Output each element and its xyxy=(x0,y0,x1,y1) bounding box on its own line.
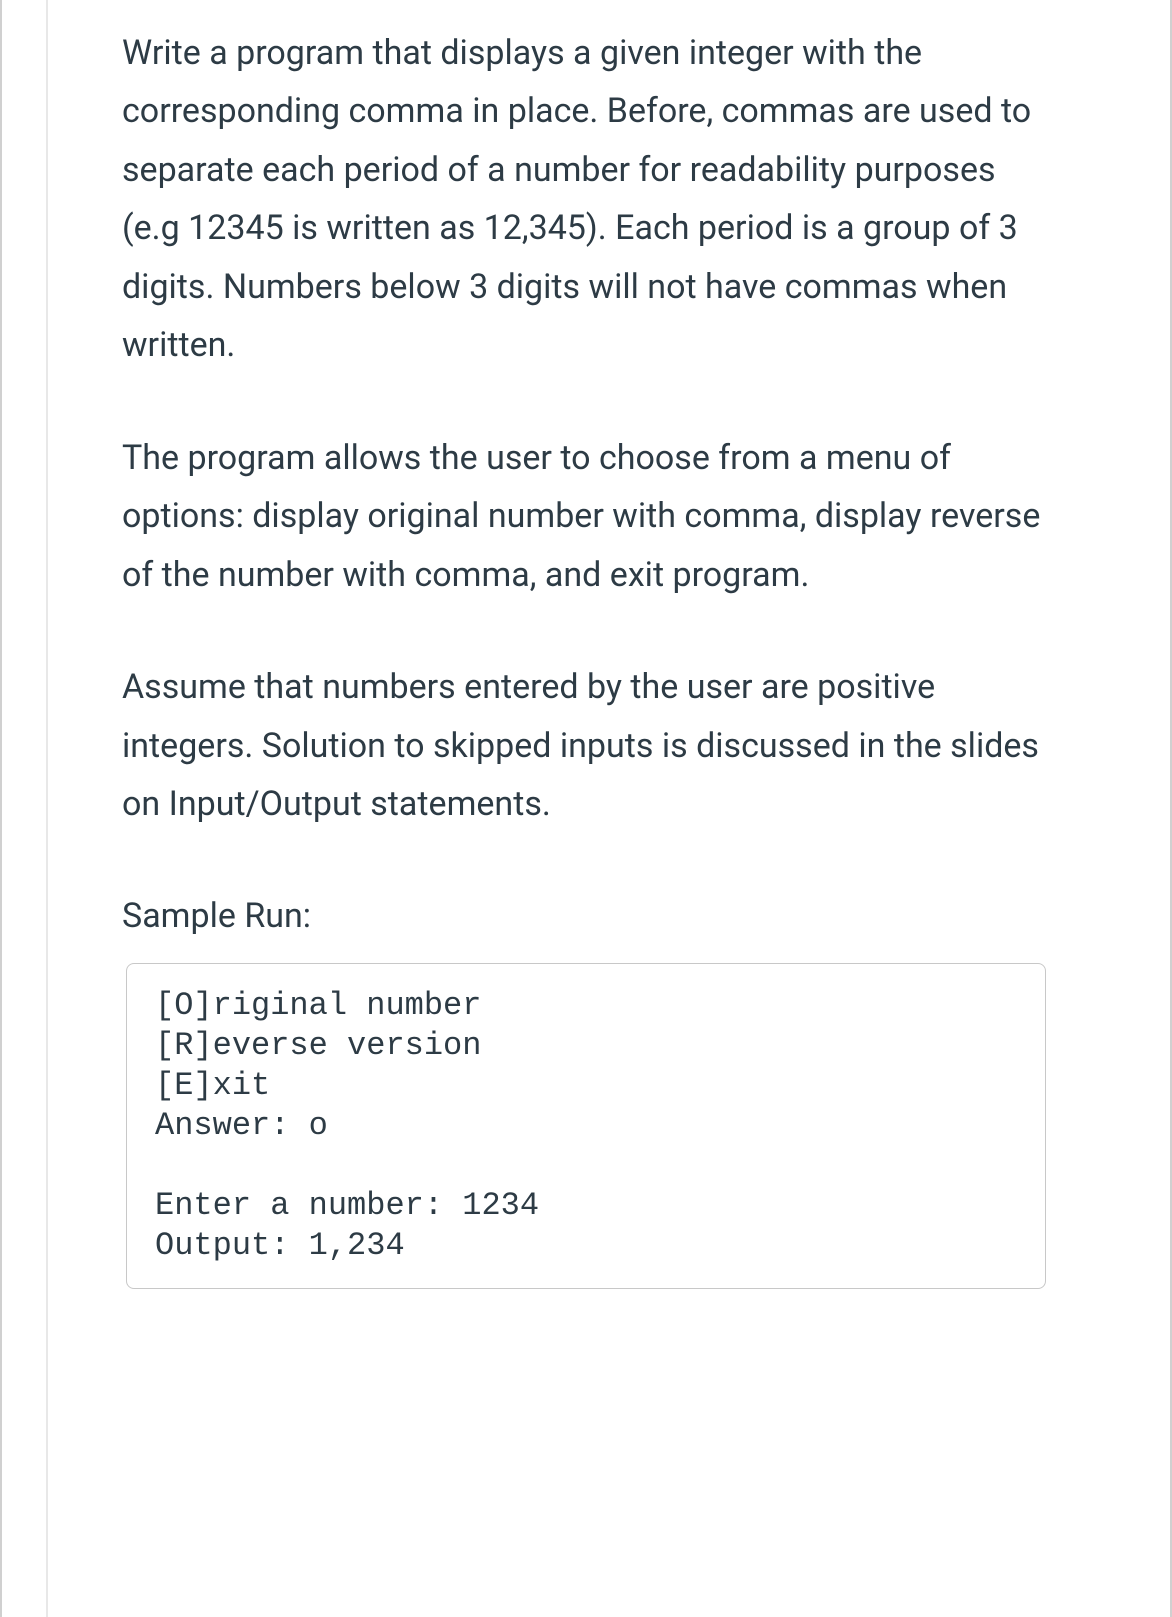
problem-paragraph-1: Write a program that displays a given in… xyxy=(122,24,1050,375)
content-area: Write a program that displays a given in… xyxy=(74,24,1098,1289)
sample-run-label: Sample Run: xyxy=(122,888,1050,946)
page-container: Write a program that displays a given in… xyxy=(0,0,1172,1617)
left-margin-rule xyxy=(46,0,48,1617)
sample-run-code-block: [O]riginal number [R]everse version [E]x… xyxy=(126,963,1046,1289)
problem-paragraph-3: Assume that numbers entered by the user … xyxy=(122,658,1050,833)
problem-paragraph-2: The program allows the user to choose fr… xyxy=(122,429,1050,604)
